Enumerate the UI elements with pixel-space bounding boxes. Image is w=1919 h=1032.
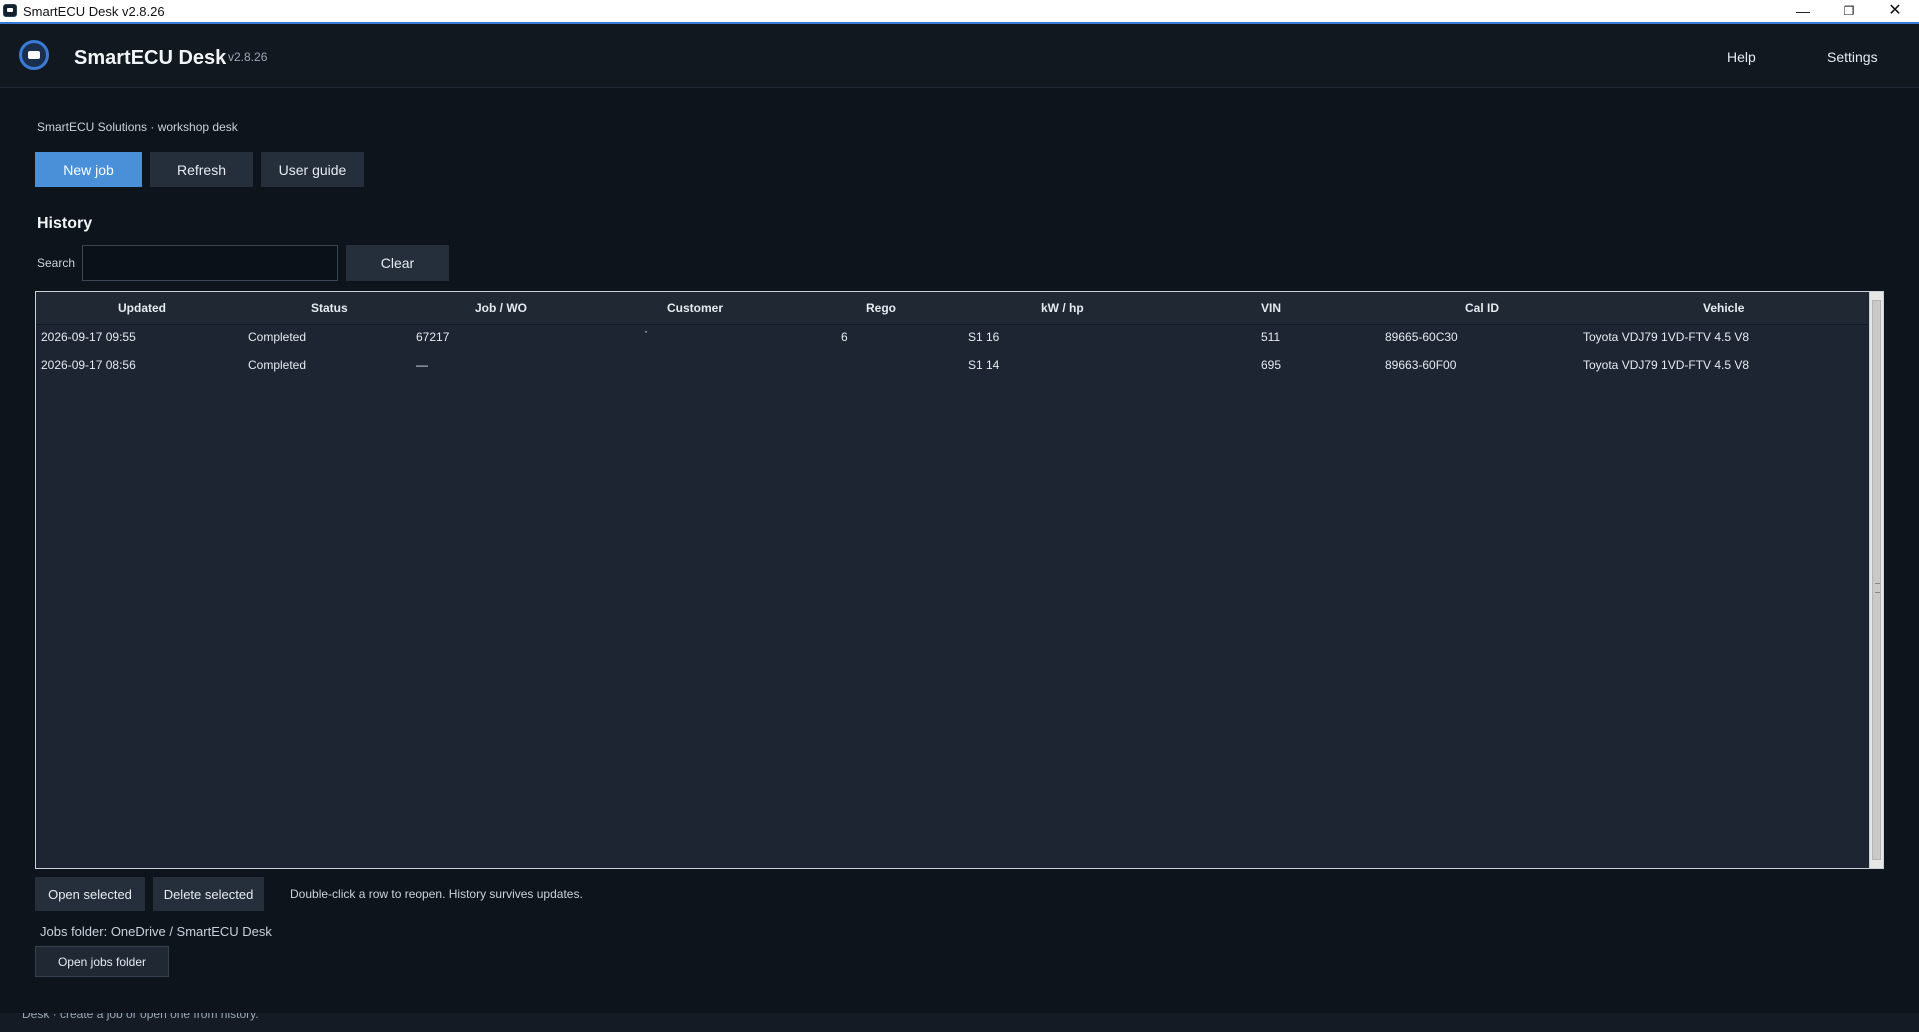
cell-vin: 695 xyxy=(1261,358,1282,372)
table-header: Updated Status Job / WO Customer Rego kW… xyxy=(36,292,1868,325)
scrollbar-thumb[interactable] xyxy=(1872,300,1881,860)
cell-vin: 511 xyxy=(1261,330,1281,344)
app-icon xyxy=(3,4,17,17)
column-header-vehicle[interactable]: Vehicle xyxy=(1703,301,1744,315)
close-icon[interactable]: ✕ xyxy=(1872,0,1918,22)
cell-job: 67217 xyxy=(416,330,450,344)
cell-kw-hp: S1 16 xyxy=(968,330,1000,344)
minimize-icon[interactable]: — xyxy=(1780,0,1826,22)
cell-updated: 2026-09-17 09:55 xyxy=(41,330,136,344)
column-header-job[interactable]: Job / WO xyxy=(475,301,527,315)
history-table[interactable]: Updated Status Job / WO Customer Rego kW… xyxy=(35,291,1884,869)
open-selected-button[interactable]: Open selected xyxy=(35,877,145,911)
table-row[interactable]: 2026-09-17 08:56 Completed — S1 14 695 8… xyxy=(36,352,1868,380)
status-bar: Desk · create a job or open one from his… xyxy=(0,1013,1919,1032)
column-header-vin[interactable]: VIN xyxy=(1261,301,1281,315)
cell-status: Completed xyxy=(248,330,307,344)
status-text: Desk · create a job or open one from his… xyxy=(22,1013,259,1021)
settings-link[interactable]: Settings xyxy=(1827,49,1878,65)
open-jobs-folder-button[interactable]: Open jobs folder xyxy=(35,946,169,977)
cell-updated: 2026-09-17 08:56 xyxy=(41,358,136,372)
app-header: SmartECU Desk v2.8.26 Help Settings xyxy=(0,24,1919,88)
search-input[interactable] xyxy=(82,245,338,281)
cell-kw-hp: S1 14 xyxy=(968,358,1000,372)
cell-cal-id: 89663-60F00 xyxy=(1385,358,1457,372)
history-title: History xyxy=(37,215,93,232)
app-title: SmartECU Desk xyxy=(74,47,227,69)
column-header-rego[interactable]: Rego xyxy=(866,301,896,315)
cell-status: Completed xyxy=(248,358,307,372)
user-guide-button[interactable]: User guide xyxy=(261,152,364,187)
hint-text: Double-click a row to reopen. History su… xyxy=(290,887,583,901)
search-label: Search xyxy=(37,256,76,270)
refresh-button[interactable]: Refresh xyxy=(150,152,253,187)
column-header-updated[interactable]: Updated xyxy=(118,301,166,315)
help-link[interactable]: Help xyxy=(1727,49,1756,65)
cell-cal-id: 89665-60C30 xyxy=(1385,330,1458,344)
maximize-icon[interactable]: ❐ xyxy=(1826,0,1872,22)
column-header-status[interactable]: Status xyxy=(311,301,348,315)
cell-vehicle: Toyota VDJ79 1VD-FTV 4.5 V8 xyxy=(1583,330,1750,344)
window-titlebar: SmartECU Desk v2.8.26 — ❐ ✕ xyxy=(0,0,1919,24)
page-subtitle: SmartECU Solutions · workshop desk xyxy=(37,120,238,134)
column-header-kw-hp[interactable]: kW / hp xyxy=(1041,301,1084,315)
cell-job: — xyxy=(416,358,428,372)
cell-vehicle: Toyota VDJ79 1VD-FTV 4.5 V8 xyxy=(1583,358,1750,372)
grip-icon xyxy=(1875,583,1880,593)
clear-button[interactable]: Clear xyxy=(346,245,449,281)
cell-customer: · xyxy=(644,324,648,338)
delete-selected-button[interactable]: Delete selected xyxy=(153,877,264,911)
table-scrollbar[interactable] xyxy=(1869,292,1883,868)
jobs-folder-label: Jobs folder: OneDrive / SmartECU Desk xyxy=(40,924,272,939)
cell-rego: 6 xyxy=(841,330,848,344)
window-title: SmartECU Desk v2.8.26 xyxy=(23,4,165,19)
logo-icon xyxy=(19,40,49,70)
app-version: v2.8.26 xyxy=(228,50,268,64)
column-header-cal-id[interactable]: Cal ID xyxy=(1465,301,1499,315)
table-row[interactable]: 2026-09-17 09:55 Completed 67217 · 6 S1 … xyxy=(36,324,1868,352)
column-header-customer[interactable]: Customer xyxy=(667,301,723,315)
new-job-button[interactable]: New job xyxy=(35,152,142,187)
